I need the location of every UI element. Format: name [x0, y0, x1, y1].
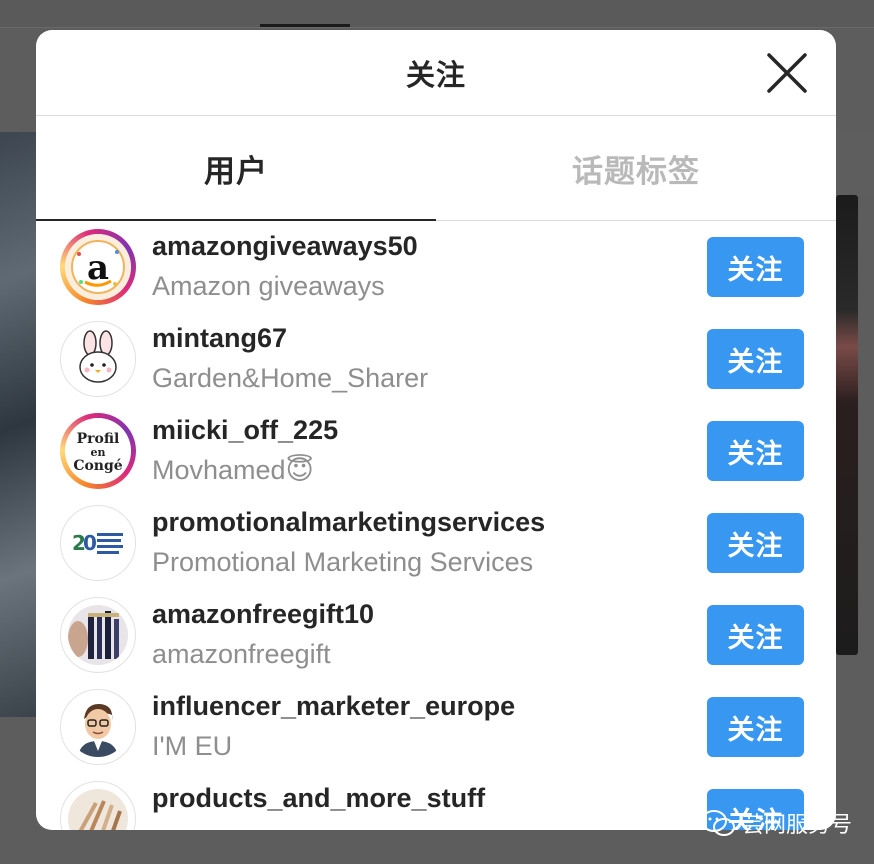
- tab-bar: 用户 话题标签: [36, 116, 836, 221]
- profil-en-conge-avatar: Profil en Congé: [65, 418, 131, 484]
- follow-button[interactable]: 关注: [707, 237, 804, 297]
- username[interactable]: amazongiveaways50: [152, 231, 418, 262]
- svg-text:a: a: [87, 248, 109, 288]
- avatar[interactable]: 2 0: [60, 505, 136, 581]
- full-name: Movhamed😇: [152, 455, 314, 485]
- list-item[interactable]: influencer_marketer_europe I'M EU 关注: [36, 681, 836, 773]
- mascara-products-avatar: [68, 605, 128, 665]
- follow-button[interactable]: 关注: [707, 605, 804, 665]
- close-icon: [767, 53, 807, 93]
- tab-users[interactable]: 用户: [36, 116, 436, 221]
- user-list: a amazongiveaways50 Amazon giveaways 关注: [36, 221, 836, 830]
- follow-button[interactable]: 关注: [707, 421, 804, 481]
- full-name: I'M EU: [152, 731, 233, 761]
- watermark: 芸网服务号: [700, 806, 852, 840]
- brushes-avatar: [68, 789, 128, 830]
- modal-header: 关注: [36, 30, 836, 116]
- watermark-text: 芸网服务号: [742, 813, 853, 838]
- username[interactable]: products_and_more_stuff: [152, 783, 485, 814]
- avatar[interactable]: [60, 781, 136, 830]
- avatar[interactable]: a: [60, 229, 136, 305]
- wechat-icon: [701, 810, 735, 836]
- full-name: Garden&Home_Sharer: [152, 363, 429, 393]
- avatar[interactable]: [60, 689, 136, 765]
- background-tab-indicator: [260, 24, 350, 27]
- background-photo-left: [0, 132, 40, 717]
- username[interactable]: mintang67: [152, 323, 287, 354]
- tab-hashtags[interactable]: 话题标签: [436, 116, 836, 220]
- background-top-bar: [0, 0, 874, 28]
- full-name: Promotional Marketing Services: [152, 547, 534, 577]
- list-item[interactable]: mintang67 Garden&Home_Sharer 关注: [36, 313, 836, 405]
- follow-button[interactable]: 关注: [707, 697, 804, 757]
- full-name: Amazon giveaways: [152, 271, 385, 301]
- close-button[interactable]: [764, 50, 810, 96]
- list-item[interactable]: amazonfreegift10 amazonfreegift 关注: [36, 589, 836, 681]
- background-photo-right: [836, 195, 858, 655]
- list-item[interactable]: 2 0 promotionalmarketingservices Promoti…: [36, 497, 836, 589]
- list-item[interactable]: a amazongiveaways50 Amazon giveaways 关注: [36, 221, 836, 313]
- follow-button[interactable]: 关注: [707, 329, 804, 389]
- bunny-chick-avatar: [68, 329, 128, 389]
- 20-promo-logo-avatar: 2 0: [68, 513, 128, 573]
- list-item[interactable]: Profil en Congé miicki_off_225 Movhamed😇…: [36, 405, 836, 497]
- username[interactable]: promotionalmarketingservices: [152, 507, 545, 538]
- cartoon-man-avatar: [68, 697, 128, 757]
- avatar[interactable]: Profil en Congé: [60, 413, 136, 489]
- amazon-logo-avatar: a: [65, 234, 131, 300]
- follow-button[interactable]: 关注: [707, 513, 804, 573]
- avatar[interactable]: [60, 321, 136, 397]
- username[interactable]: influencer_marketer_europe: [152, 691, 515, 722]
- username[interactable]: amazonfreegift10: [152, 599, 374, 630]
- avatar[interactable]: [60, 597, 136, 673]
- modal-title: 关注: [405, 59, 466, 92]
- username[interactable]: miicki_off_225: [152, 415, 338, 446]
- svg-text:0: 0: [83, 531, 97, 555]
- svg-text:Profil: Profil: [77, 431, 120, 447]
- background-panel-right: [836, 130, 874, 195]
- following-modal: 关注 用户 话题标签 a amazongiveaways50 Amazon gi…: [36, 30, 836, 830]
- full-name: amazonfreegift: [152, 639, 331, 669]
- svg-text:Congé: Congé: [73, 458, 122, 474]
